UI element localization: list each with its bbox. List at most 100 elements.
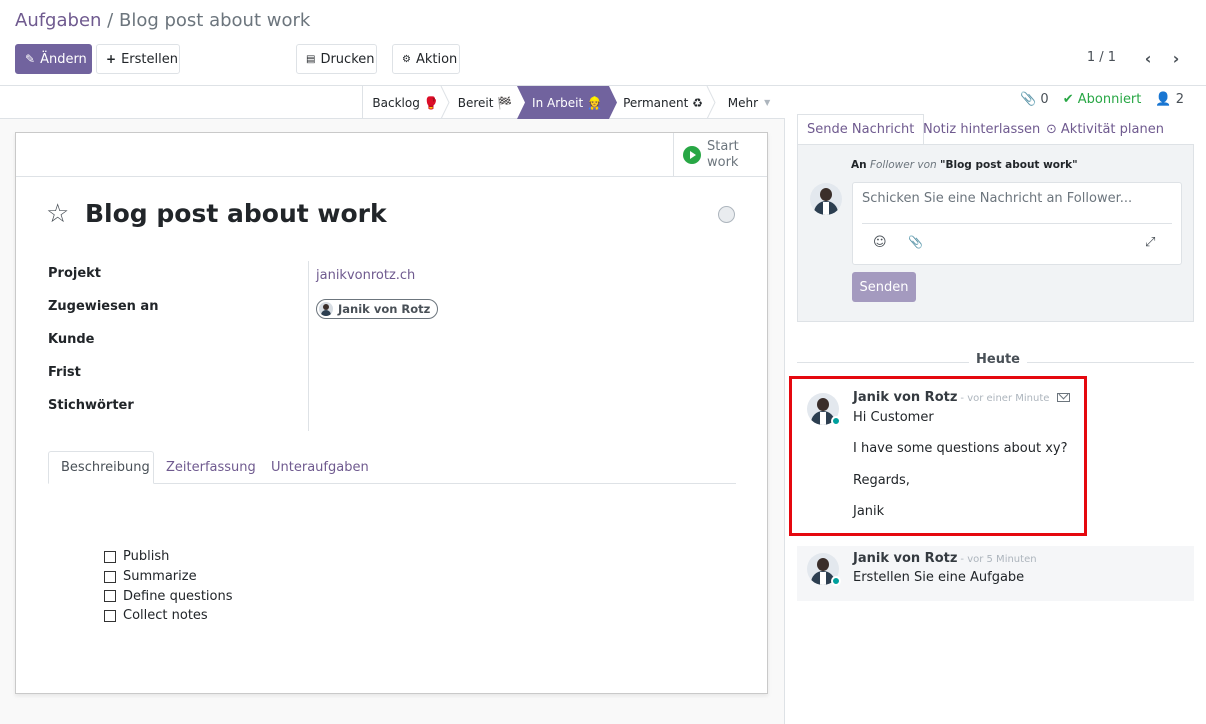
expand-icon[interactable]: ⤢ (1145, 235, 1155, 250)
printer-icon: ▤ (306, 53, 316, 65)
stage-in-progress[interactable]: In Arbeit 👷 (517, 86, 617, 119)
message-line: Erstellen Sie eine Aufgabe (853, 570, 1025, 585)
assigned-label: Zugewiesen an (48, 299, 159, 314)
list-item: Define questions (104, 586, 233, 606)
list-item: Summarize (104, 567, 233, 587)
message-item: Janik von Rotz - vor 5 Minuten Erstellen … (797, 546, 1194, 601)
message-author[interactable]: Janik von Rotz - vor 5 Minuten (853, 551, 1037, 566)
stage-backlog[interactable]: Backlog 🥊 (362, 86, 448, 119)
tab-subtasks[interactable]: Unteraufgaben (259, 451, 381, 484)
author-avatar[interactable] (807, 393, 841, 426)
message-line: Regards, (853, 473, 910, 488)
composer-recipients: An Follower von "Blog post about work" (851, 159, 1078, 171)
gear-icon: ⚙ (402, 53, 411, 65)
start-work-label: Start work (707, 139, 739, 170)
tab-schedule-activity[interactable]: ⊙ Aktivität planen (1037, 114, 1173, 145)
attachments-button[interactable]: 📎 0 (1020, 92, 1049, 107)
message-composer: An Follower von "Blog post about work" ☺… (797, 144, 1194, 322)
checkbox[interactable] (104, 590, 116, 603)
tab-send-message[interactable]: Sende Nachricht (797, 114, 925, 145)
description-checklist: Publish Summarize Define questions Colle… (104, 547, 233, 626)
task-title[interactable]: Blog post about work (85, 199, 387, 229)
list-item: Publish (104, 547, 233, 567)
message-input[interactable] (862, 191, 1172, 206)
favorite-star-icon[interactable]: ☆ (46, 199, 69, 229)
assignee-badge[interactable]: Janik von Rotz (316, 299, 439, 319)
message-item: Janik von Rotz - vor einer Minute Hi Cust… (797, 382, 1194, 532)
day-separator: Heute (797, 352, 1194, 368)
checkbox[interactable] (104, 570, 116, 583)
online-status-icon (831, 416, 841, 426)
breadcrumb-parent-link[interactable]: Aufgaben (15, 10, 101, 31)
project-link[interactable]: janikvonrotz.ch (316, 268, 415, 283)
print-button[interactable]: ▤ Drucken (296, 44, 377, 74)
stage-statusbar: Backlog 🥊 Bereit 🏁 In Arbeit 👷 Permanent… (0, 86, 785, 119)
message-author[interactable]: Janik von Rotz - vor einer Minute (853, 390, 1071, 405)
breadcrumb-separator: / (107, 10, 114, 31)
stage-separator (440, 86, 450, 119)
message-date: - vor 5 Minuten (960, 554, 1037, 565)
stage-permanent[interactable]: Permanent ♻ (617, 86, 709, 119)
deadline-label: Frist (48, 365, 81, 380)
play-icon (683, 146, 701, 164)
project-label: Projekt (48, 266, 102, 281)
stage-ready[interactable]: Bereit 🏁 (450, 86, 520, 119)
stage-more-dropdown[interactable]: Mehr ▼ (716, 86, 782, 119)
control-panel: Aufgaben / Blog post about work ✎ Ändern… (0, 0, 1206, 86)
composer-divider (862, 223, 1172, 224)
form-sheet: Start work ☆ Blog post about work Projek… (15, 132, 768, 694)
checkbox[interactable] (104, 609, 116, 622)
stage-more-label: Mehr (727, 95, 759, 110)
author-avatar[interactable] (807, 553, 841, 586)
pager-previous-button[interactable]: ‹ (1136, 46, 1160, 70)
paperclip-icon: 📎 (1020, 92, 1037, 107)
chevron-right-icon: › (1172, 48, 1180, 68)
plus-icon: + (106, 52, 117, 66)
edit-button[interactable]: ✎ Ändern (15, 44, 92, 74)
action-button[interactable]: ⚙ Aktion (392, 44, 460, 74)
notebook-tabs: Beschreibung Zeiterfassung Unteraufgaben (48, 451, 736, 484)
message-line: Hi Customer (853, 410, 934, 425)
followers-button[interactable]: 👤 2 (1155, 92, 1184, 107)
followed-button[interactable]: ✔ Abonniert (1063, 92, 1142, 107)
tab-log-note[interactable]: Notiz hinterlassen (914, 114, 1049, 145)
check-icon: ✔ (1062, 92, 1074, 107)
pencil-icon: ✎ (25, 52, 36, 66)
message-line: Janik (853, 504, 885, 519)
print-button-label: Drucken (320, 51, 375, 67)
chatter-tabs: Sende Nachricht Notiz hinterlassen ⊙ Akt… (797, 114, 1194, 145)
message-line: I have some questions about xy? (853, 441, 1068, 456)
online-status-icon (831, 576, 841, 586)
user-icon: 👤 (1155, 92, 1172, 107)
edit-button-label: Ändern (40, 51, 87, 67)
avatar (319, 302, 333, 316)
tab-timesheets[interactable]: Zeiterfassung (154, 451, 268, 484)
envelope-icon (1057, 393, 1071, 402)
pager-value[interactable]: 1 / 1 (1087, 50, 1116, 65)
create-button[interactable]: + Erstellen (96, 44, 180, 74)
field-divider (308, 261, 309, 431)
tab-description[interactable]: Beschreibung (48, 451, 154, 484)
send-button[interactable]: Senden (852, 272, 916, 302)
breadcrumb: Aufgaben / Blog post about work (15, 10, 310, 31)
chatter-topbar: 📎 0 ✔ Abonniert 👤 2 (1020, 92, 1184, 107)
create-button-label: Erstellen (121, 51, 178, 67)
avatar (810, 183, 842, 215)
clock-icon: ⊙ (1046, 122, 1057, 137)
emoji-icon[interactable]: ☺ (873, 235, 887, 250)
breadcrumb-current: Blog post about work (118, 10, 311, 31)
composer-box: ☺ 📎 ⤢ (852, 182, 1182, 265)
message-date: - vor einer Minute (960, 393, 1050, 404)
assignee-name: Janik von Rotz (338, 302, 431, 316)
paperclip-icon[interactable]: 📎 (908, 235, 923, 249)
kanban-state-indicator[interactable] (718, 206, 735, 223)
list-item: Collect notes (104, 606, 233, 626)
chatter: 📎 0 ✔ Abonniert 👤 2 Sende Nachricht Noti… (786, 86, 1206, 724)
chevron-left-icon: ‹ (1144, 48, 1152, 68)
caret-down-icon: ▼ (764, 98, 771, 107)
stage-separator (706, 86, 716, 119)
checkbox[interactable] (104, 550, 116, 563)
start-work-button[interactable]: Start work (673, 133, 767, 177)
pager-next-button[interactable]: › (1164, 46, 1188, 70)
tags-label: Stichwörter (48, 398, 134, 413)
